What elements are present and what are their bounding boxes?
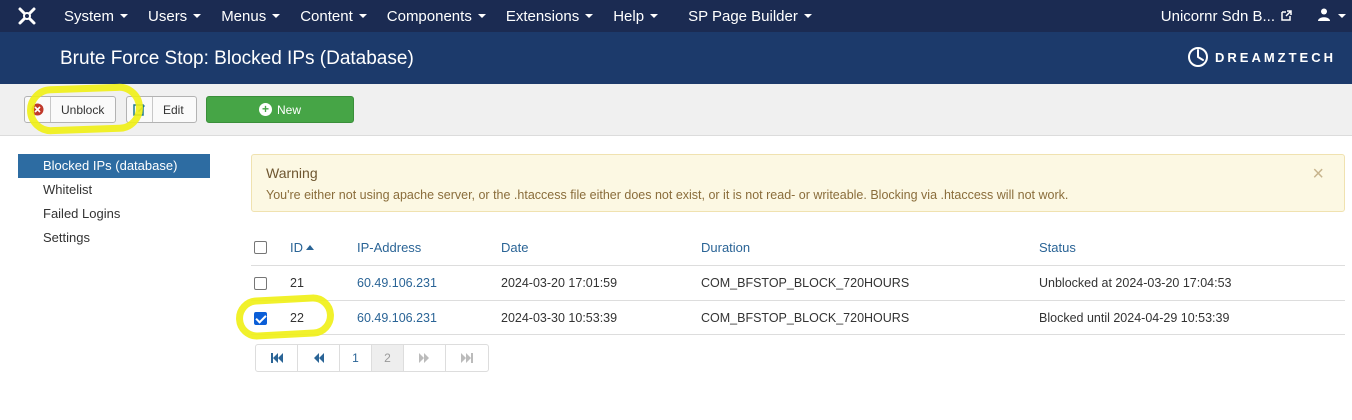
- alert-message: You're either not using apache server, o…: [266, 188, 1069, 202]
- chevron-down-icon: [358, 14, 367, 18]
- plus-icon: +: [258, 103, 272, 116]
- toolbar: Unblock Edit + New: [0, 84, 1352, 136]
- row-date: 2024-03-20 17:01:59: [501, 276, 618, 290]
- menu-menus-label: Menus: [221, 7, 267, 25]
- row-id: 21: [290, 276, 304, 290]
- pagination: 1 2: [255, 344, 489, 372]
- column-header-id-label: ID: [290, 240, 303, 255]
- column-header-id[interactable]: ID: [290, 240, 314, 255]
- row-ip-link[interactable]: 60.49.106.231: [357, 276, 437, 290]
- user-icon: [1318, 8, 1330, 24]
- table-header-row: ID IP-Address Date Duration Status: [251, 230, 1345, 265]
- last-page-icon[interactable]: [446, 345, 488, 371]
- previous-page-icon[interactable]: [298, 345, 340, 371]
- menu-content-label: Content: [300, 7, 353, 25]
- menu-menus[interactable]: Menus: [211, 0, 290, 32]
- user-menu[interactable]: [1318, 8, 1352, 24]
- sidebar-item-whitelist[interactable]: Whitelist: [18, 178, 210, 202]
- chevron-down-icon: [120, 14, 129, 18]
- row-status: Unblocked at 2024-03-20 17:04:53: [1039, 276, 1232, 290]
- menu-content[interactable]: Content: [290, 0, 377, 32]
- highlight-annotation: [26, 82, 144, 136]
- menu-system-label: System: [64, 7, 115, 25]
- row-duration: COM_BFSTOP_BLOCK_720HOURS: [701, 311, 910, 325]
- edit-label: Edit: [163, 102, 184, 117]
- menu-components-label: Components: [386, 7, 472, 25]
- new-label: New: [276, 102, 301, 117]
- row-date: 2024-03-30 10:53:39: [501, 311, 618, 325]
- brand-name: DREAMZTECH: [1215, 49, 1336, 65]
- column-header-duration[interactable]: Duration: [701, 240, 750, 255]
- menu-extensions[interactable]: Extensions: [496, 0, 603, 32]
- dreamztech-icon: [1188, 47, 1208, 67]
- chevron-down-icon: [477, 14, 486, 18]
- menu-extensions-label: Extensions: [505, 7, 580, 25]
- navbar-right: Unicornr Sdn B...: [1161, 0, 1352, 32]
- menu-users[interactable]: Users: [138, 0, 211, 32]
- top-navbar: System Users Menus Content Components Ex…: [0, 0, 1352, 32]
- sidebar: Blocked IPs (database) Whitelist Failed …: [18, 154, 210, 250]
- table-row: 21 60.49.106.231 2024-03-20 17:01:59 COM…: [251, 265, 1345, 300]
- menu-system[interactable]: System: [54, 0, 138, 32]
- menu-components[interactable]: Components: [377, 0, 496, 32]
- new-button[interactable]: + New: [206, 96, 354, 123]
- chevron-down-icon: [193, 14, 202, 18]
- chevron-down-icon: [803, 14, 812, 18]
- row-checkbox[interactable]: [254, 277, 267, 290]
- column-header-status[interactable]: Status: [1039, 240, 1076, 255]
- menu-users-label: Users: [148, 7, 188, 25]
- warning-alert: Warning You're either not using apache s…: [251, 154, 1345, 212]
- page-1-button[interactable]: 1: [340, 345, 372, 371]
- column-header-date[interactable]: Date: [501, 240, 528, 255]
- select-all-checkbox[interactable]: [254, 241, 267, 254]
- column-header-ip[interactable]: IP-Address: [357, 240, 421, 255]
- row-ip-link[interactable]: 60.49.106.231: [357, 311, 437, 325]
- menu-sp-page-builder-label: SP Page Builder: [688, 7, 798, 25]
- chevron-down-icon: [272, 14, 281, 18]
- menu-sp-page-builder[interactable]: SP Page Builder: [678, 0, 822, 32]
- external-link-icon: [1281, 8, 1292, 25]
- menu-help-label: Help: [613, 7, 645, 25]
- close-icon[interactable]: ×: [1312, 163, 1324, 186]
- first-page-icon[interactable]: [256, 345, 298, 371]
- brand-logo: DREAMZTECH: [1187, 46, 1336, 68]
- checkbox-box: [254, 277, 267, 290]
- chevron-down-icon: [650, 14, 659, 18]
- sort-ascending-icon: [306, 245, 314, 250]
- blocked-ips-table: ID IP-Address Date Duration Status 21 60…: [251, 230, 1345, 335]
- main-menu: System Users Menus Content Components Ex…: [54, 0, 822, 32]
- alert-title: Warning: [266, 165, 318, 181]
- sidebar-item-failed-logins[interactable]: Failed Logins: [18, 202, 210, 226]
- table-row: 22 60.49.106.231 2024-03-30 10:53:39 COM…: [251, 300, 1345, 335]
- page-title: Brute Force Stop: Blocked IPs (Database): [60, 48, 414, 69]
- page-header: Brute Force Stop: Blocked IPs (Database)…: [0, 32, 1352, 84]
- row-status: Blocked until 2024-04-29 10:53:39: [1039, 311, 1230, 325]
- next-page-icon[interactable]: [404, 345, 446, 371]
- site-link[interactable]: Unicornr Sdn B...: [1161, 8, 1318, 25]
- sidebar-item-settings[interactable]: Settings: [18, 226, 210, 250]
- site-name: Unicornr Sdn B...: [1160, 7, 1275, 25]
- sidebar-item-blocked-ips[interactable]: Blocked IPs (database): [18, 154, 210, 178]
- highlight-annotation: [234, 293, 336, 341]
- chevron-down-icon: [1338, 14, 1346, 18]
- page-2-button[interactable]: 2: [372, 345, 404, 371]
- chevron-down-icon: [585, 14, 594, 18]
- joomla-icon[interactable]: [0, 0, 54, 32]
- checkbox-box: [254, 241, 267, 254]
- row-duration: COM_BFSTOP_BLOCK_720HOURS: [701, 276, 910, 290]
- menu-help[interactable]: Help: [603, 0, 668, 32]
